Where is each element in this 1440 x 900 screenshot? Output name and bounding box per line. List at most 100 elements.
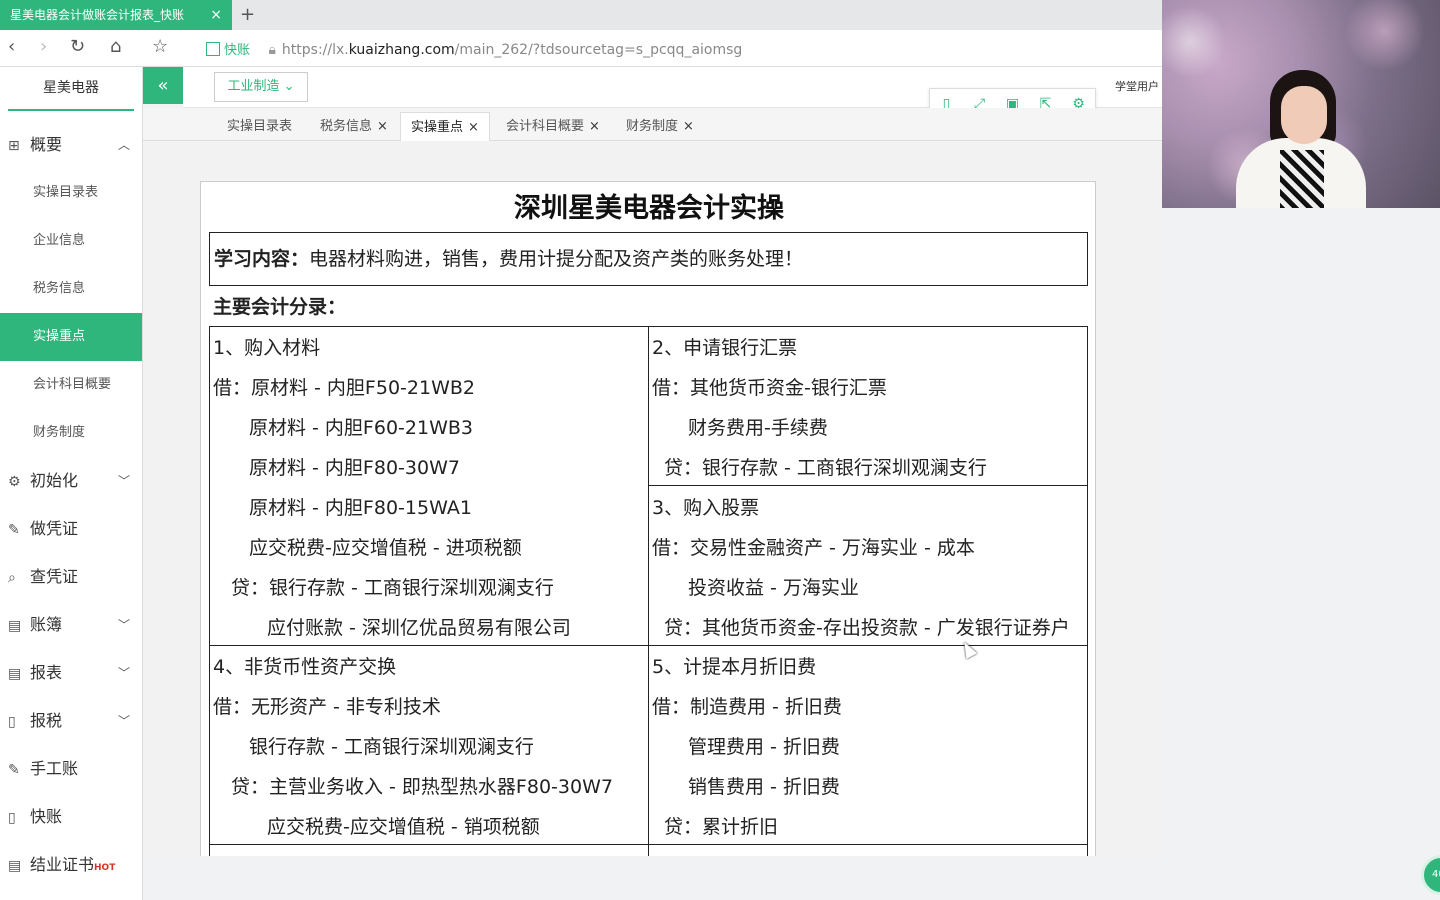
sidebar-item[interactable]: ⌕ 查凭证 (0, 553, 142, 601)
page-tab-label: 实操目录表 (227, 119, 293, 134)
page-tab[interactable]: 财务制度 × (616, 112, 704, 141)
document-icon: ▯ (8, 810, 16, 826)
url-field[interactable]: 快账 🔒︎ https://lx.kuaizhang.com/main_262/?… (206, 39, 742, 58)
sidebar-item-label: 做凭证 (30, 519, 79, 538)
browser-tab-title: 星美电器会计做账会计报表_快账 (10, 8, 185, 22)
study-label: 学习内容： (214, 248, 310, 270)
page-tabs: 实操目录表 税务信息 × 实操重点 × 会计科目概要 × 财务制度 × (143, 108, 1162, 141)
chevron-down-icon: ﹀ (117, 714, 130, 728)
entries-table: 1、购入材料 借：原材料 - 内胆F50-21WB2 原材料 - 内胆F60-21W… (209, 326, 1088, 856)
entry-line: 投资收益 - 万海实业 (688, 577, 859, 599)
entry-line: 银行存款 - 工商银行深圳观澜支行 (249, 736, 534, 758)
page-tab-label: 会计科目概要 (506, 119, 585, 134)
site-name: 快账 (224, 43, 251, 58)
sidebar-item[interactable]: ▯ 报税 ﹀ (0, 697, 142, 745)
sidebar-item-label: 快账 (30, 807, 63, 826)
sidebar-subitem[interactable]: 税务信息 (0, 265, 142, 313)
hot-badge: HOT (94, 863, 116, 873)
sidebar-item-label: 手工账 (30, 759, 79, 778)
new-tab-button[interactable]: + (240, 0, 255, 30)
entry-heading: 2、申请银行汇票 (652, 337, 798, 359)
entry-line: 应付账款 - 深圳亿优品贸易有限公司 (267, 617, 571, 639)
lock-icon: 🔒︎ (268, 42, 276, 58)
entry-line: 贷：银行存款 - 工商银行深圳观澜支行 (664, 457, 987, 479)
close-icon[interactable]: × (589, 119, 600, 134)
entry-line: 借：其他货币资金-银行汇票 (652, 377, 887, 399)
url-host: kuaizhang.com (348, 42, 455, 58)
sidebar-item-label: 账簿 (30, 615, 63, 634)
sidebar-subitem[interactable]: 会计科目概要 (0, 361, 142, 409)
app-header: 工业制造 ⌄ ▯ ⤢ ▣ ⇱ ⚙ (183, 67, 1162, 120)
entry-line: 贷：累计折旧 (664, 816, 779, 838)
page-tab[interactable]: 实操目录表 (217, 112, 302, 141)
webcam-video (1162, 0, 1440, 208)
column-divider (648, 327, 649, 856)
entry-line: 借：原材料 - 内胆F50-21WB2 (213, 377, 475, 399)
pen-icon: ✎ (8, 762, 20, 778)
certificate-icon: ▤ (8, 858, 22, 874)
sidebar-item-label: 报税 (30, 711, 63, 730)
ledger-icon: ▤ (8, 618, 22, 634)
main-entries-heading: 主要会计分录： (213, 296, 347, 318)
user-label[interactable]: 学堂用户 (1115, 78, 1159, 94)
sidebar-item[interactable]: ✎ 手工账 (0, 745, 142, 793)
back-icon[interactable]: ‹ (8, 36, 15, 57)
grid-icon: ⊞ (8, 138, 20, 154)
forward-icon[interactable]: › (40, 36, 47, 57)
row-divider (210, 645, 1087, 646)
entry-heading: 1、购入材料 (213, 337, 321, 359)
sidebar-subitem[interactable]: 实操重点 (0, 313, 142, 361)
sidebar-item[interactable]: ✎ 做凭证 (0, 505, 142, 553)
document: 深圳星美电器会计实操 学习内容：电器材料购进，销售，费用计提分配及资产类的账务处… (200, 181, 1096, 856)
sidebar-subitem[interactable]: 企业信息 (0, 217, 142, 265)
chevron-up-icon: ︿ (117, 138, 130, 152)
sidebar-item-label: 概要 (30, 135, 63, 154)
gear-icon: ⚙ (8, 474, 21, 490)
home-icon[interactable]: ⌂ (110, 36, 121, 57)
close-icon[interactable]: × (683, 119, 694, 134)
pen-icon: ✎ (8, 522, 20, 538)
sidebar-subitem[interactable]: 实操目录表 (0, 169, 142, 217)
site-logo-icon (206, 42, 220, 56)
close-icon[interactable]: × (377, 119, 388, 134)
entry-heading: 4、非货币性资产交换 (213, 656, 397, 678)
entry-heading: 5、计提本月折旧费 (652, 656, 817, 678)
sidebar-item-overview[interactable]: ⊞ 概要 ︿ (0, 121, 142, 169)
sidebar-item[interactable]: ▤ 账簿 ﹀ (0, 601, 142, 649)
entry-line: 财务费用-手续费 (688, 417, 828, 439)
reload-icon[interactable]: ↻ (70, 36, 85, 57)
floating-badge[interactable]: 40 (1421, 855, 1440, 895)
page-tab[interactable]: 会计科目概要 × (496, 112, 610, 141)
entry-line: 借：交易性金融资产 - 万海实业 - 成本 (652, 537, 975, 559)
entry-line: 销售费用 - 折旧费 (688, 776, 840, 798)
row-divider (648, 485, 1087, 486)
content-area: 深圳星美电器会计实操 学习内容：电器材料购进，销售，费用计提分配及资产类的账务处… (143, 141, 1162, 856)
url-path: /main_262/?tdsourcetag=s_pcqq_aiomsg (454, 42, 743, 58)
close-tab-icon[interactable]: × (210, 0, 222, 30)
close-icon[interactable]: × (468, 120, 479, 135)
page-tab[interactable]: 税务信息 × (310, 112, 398, 141)
browser-tab[interactable]: 星美电器会计做账会计报表_快账 × (0, 0, 232, 30)
entry-line: 原材料 - 内胆F80-15WA1 (249, 497, 472, 519)
bookmark-star-icon[interactable]: ☆ (152, 36, 168, 57)
entry-line: 原材料 - 内胆F80-30W7 (249, 457, 460, 479)
chevron-down-icon: ﹀ (117, 666, 130, 680)
sidebar-subitem[interactable]: 财务制度 (0, 409, 142, 457)
sidebar-item[interactable]: ⚙ 初始化 ﹀ (0, 457, 142, 505)
row-divider (210, 844, 1087, 845)
sidebar-item[interactable]: ▤ 结业证书HOT (0, 841, 142, 889)
entry-line: 贷：银行存款 - 工商银行深圳观澜支行 (231, 577, 554, 599)
document-title: 深圳星美电器会计实操 (514, 193, 784, 224)
entry-line: 管理费用 - 折旧费 (688, 736, 840, 758)
sidebar-item-label: 初始化 (30, 471, 79, 490)
sidebar-item[interactable]: ▤ 报表 ﹀ (0, 649, 142, 697)
collapse-sidebar-button[interactable]: « (143, 67, 183, 104)
page-tab-label: 税务信息 (320, 119, 373, 134)
url-prefix: https://lx. (281, 42, 349, 58)
search-icon: ⌕ (8, 570, 16, 586)
sidebar-item[interactable]: ▯ 快账 (0, 793, 142, 841)
industry-select[interactable]: 工业制造 ⌄ (214, 72, 308, 102)
page-tab[interactable]: 实操重点 × (400, 112, 490, 141)
entry-line: 贷：其他货币资金-存出投资款 - 广发银行证券户 (664, 617, 1070, 639)
study-content-box: 学习内容：电器材料购进，销售，费用计提分配及资产类的账务处理！ (209, 232, 1088, 286)
